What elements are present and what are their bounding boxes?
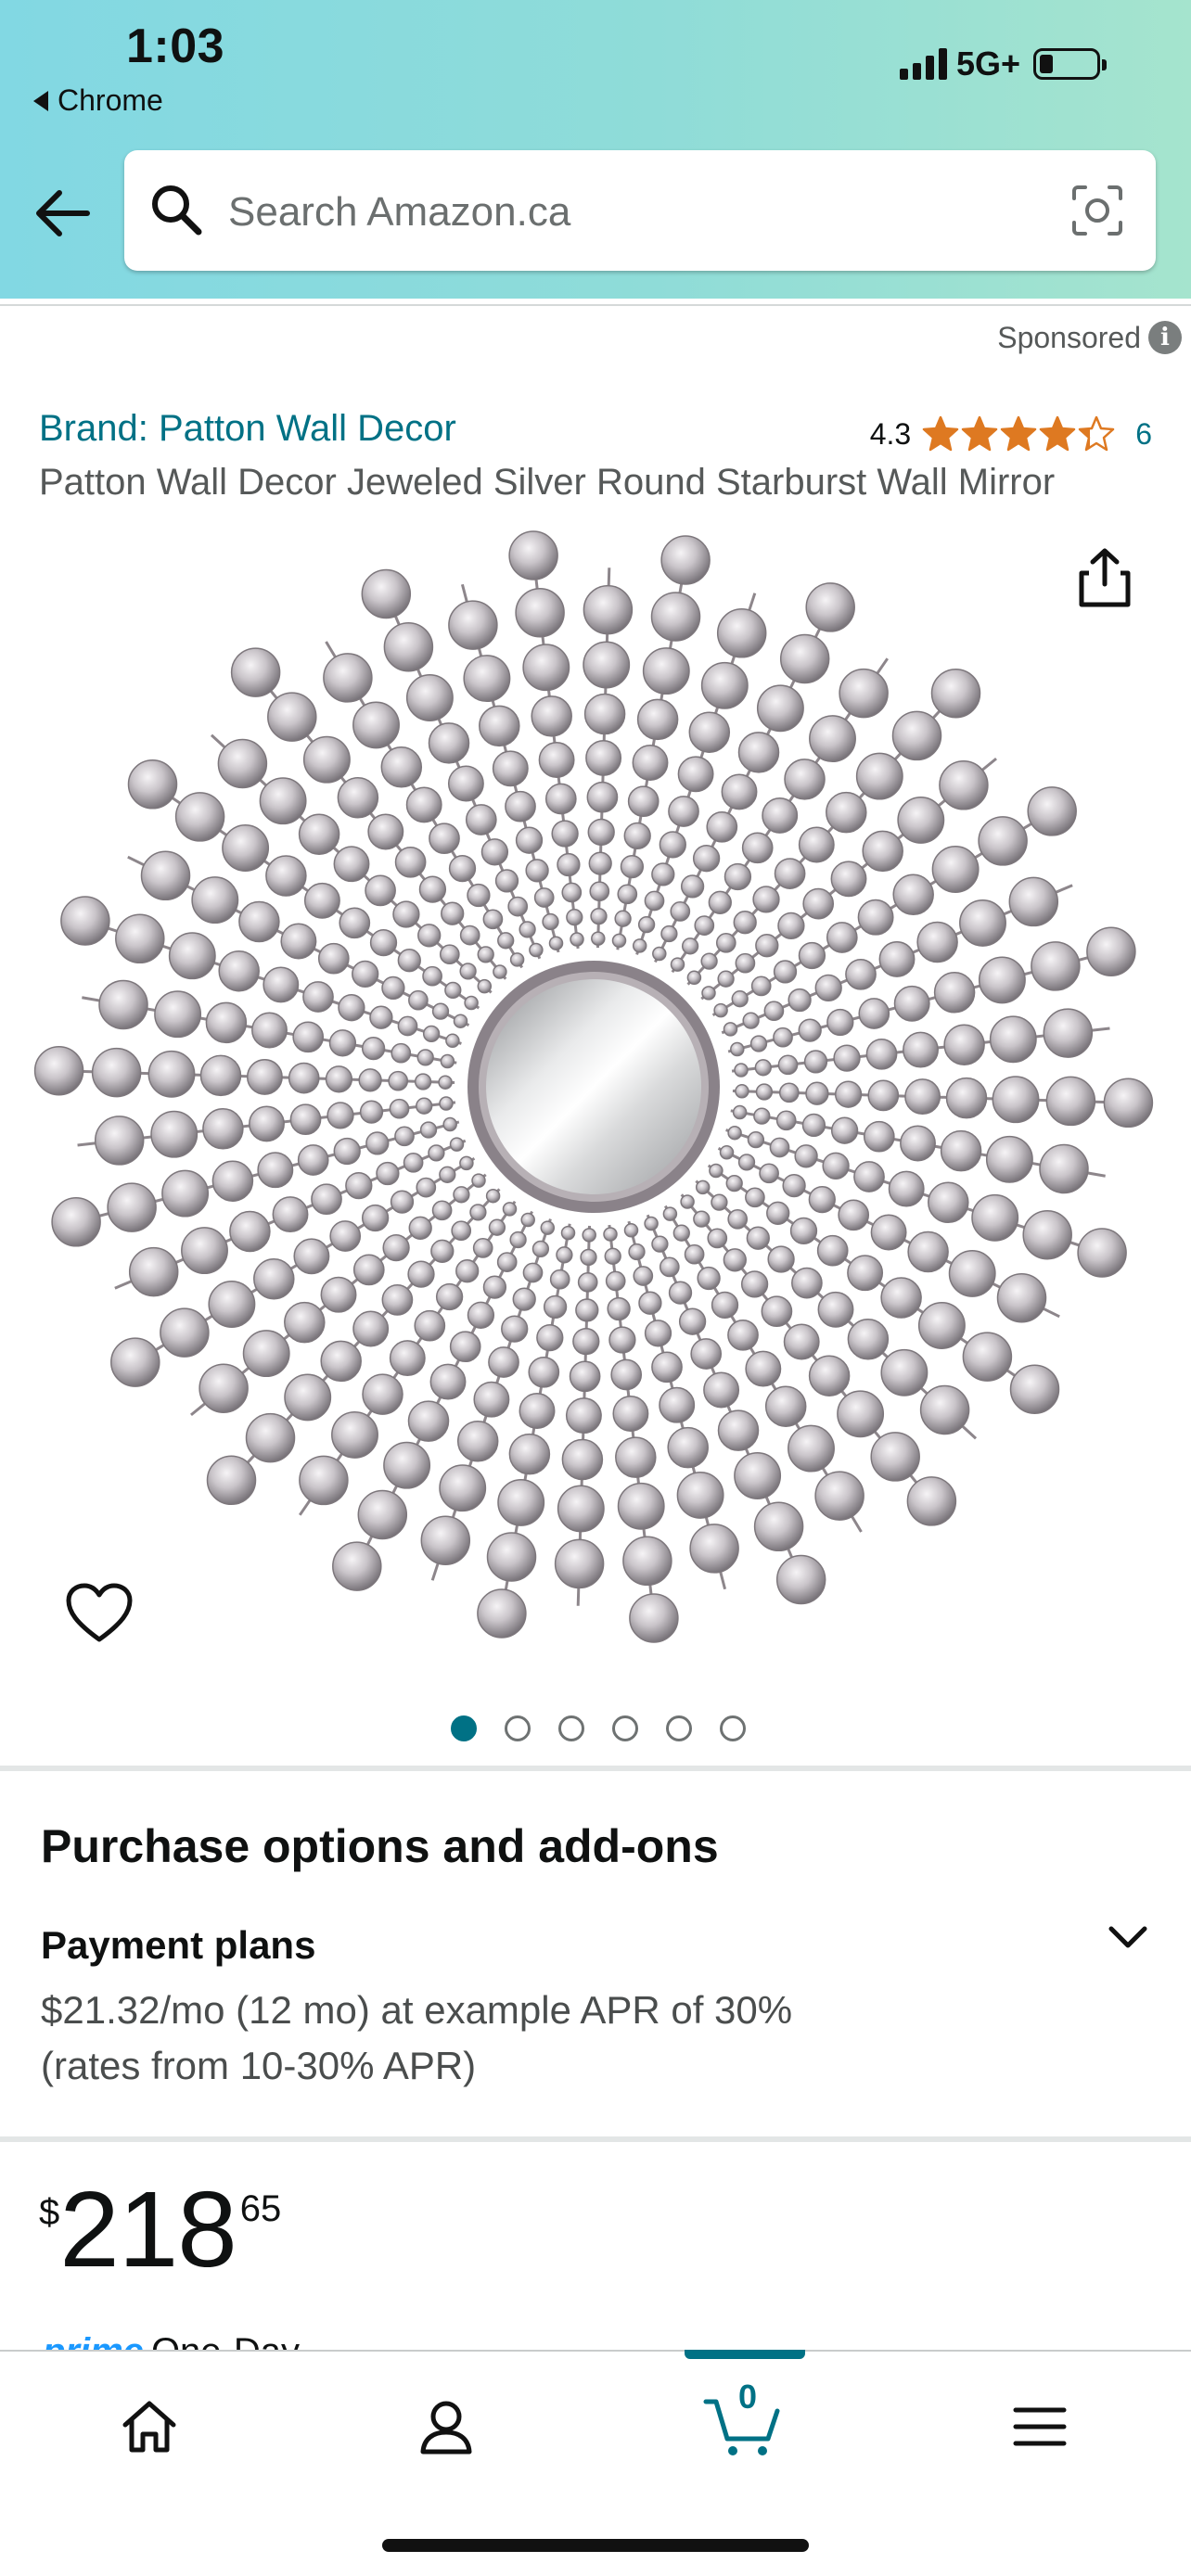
rating-count: 6 <box>1135 416 1152 451</box>
wishlist-heart-icon[interactable] <box>65 1582 134 1643</box>
carousel-dot[interactable] <box>666 1715 692 1741</box>
price: $ 218 65 <box>39 2175 281 2283</box>
product-title: Patton Wall Decor Jeweled Silver Round S… <box>39 462 1056 503</box>
info-icon[interactable]: i <box>1148 321 1182 354</box>
share-icon[interactable] <box>1076 547 1133 608</box>
header-divider <box>0 299 1191 306</box>
amazon-product-page: { "status_bar": { "time": "1:03", "back_… <box>0 0 1191 2576</box>
carousel-dot[interactable] <box>451 1715 477 1741</box>
home-indicator <box>382 2539 809 2552</box>
payment-plan-detail: $21.32/mo (12 mo) at example APR of 30% <box>41 1988 793 2032</box>
rating-stars <box>922 415 1115 453</box>
signal-icon <box>900 48 947 80</box>
home-icon <box>122 2401 176 2453</box>
back-to-chrome[interactable]: Chrome <box>33 83 163 118</box>
search-bar[interactable]: Search Amazon.ca <box>124 150 1156 271</box>
tab-menu[interactable] <box>998 2385 1082 2468</box>
rating-value: 4.3 <box>869 416 912 451</box>
back-app-label: Chrome <box>58 83 163 117</box>
back-triangle-icon <box>33 90 48 111</box>
section-divider <box>0 1766 1191 1771</box>
carousel-dot[interactable] <box>612 1715 638 1741</box>
network-type: 5G+ <box>956 45 1021 83</box>
battery-icon <box>1033 48 1108 80</box>
purchase-options-heading: Purchase options and add-ons <box>41 1820 719 1872</box>
account-icon <box>420 2401 472 2455</box>
star-icon <box>961 415 998 452</box>
image-carousel-dots[interactable] <box>451 1715 746 1741</box>
camera-search-icon[interactable] <box>1070 184 1124 237</box>
carousel-dot[interactable] <box>558 1715 584 1741</box>
app-header: 1:03 Chrome 5G+ Search Amazon.ca <box>0 0 1191 299</box>
menu-icon <box>1013 2407 1067 2446</box>
cart-count: 0 <box>738 2378 758 2416</box>
back-arrow-icon[interactable] <box>33 185 93 241</box>
section-divider-2 <box>0 2136 1191 2142</box>
price-currency: $ <box>39 2192 60 2233</box>
carousel-dot[interactable] <box>720 1715 746 1741</box>
star-icon <box>1000 415 1037 452</box>
star-icon <box>1078 415 1115 452</box>
status-indicators: 5G+ <box>900 45 1108 83</box>
price-whole: 218 <box>59 2169 237 2289</box>
tab-home[interactable] <box>108 2385 191 2468</box>
payment-plan-rates: (rates from 10-30% APR) <box>41 2044 477 2087</box>
price-fraction: 65 <box>239 2188 282 2229</box>
brand-link[interactable]: Brand: Patton Wall Decor <box>39 408 456 450</box>
payment-plans-title[interactable]: Payment plans <box>41 1923 315 1968</box>
tab-account[interactable] <box>404 2385 488 2468</box>
star-icon <box>1039 415 1076 452</box>
status-time: 1:03 <box>126 19 225 73</box>
sponsored-label: Sponsored <box>997 321 1141 354</box>
rating-summary[interactable]: 4.3 6 <box>870 415 1152 453</box>
product-image[interactable] <box>19 519 1172 1660</box>
chevron-down-icon[interactable] <box>1106 1918 1150 1955</box>
search-icon <box>152 185 202 236</box>
active-tab-indicator <box>685 2350 805 2359</box>
star-icon <box>922 415 959 452</box>
search-input[interactable]: Search Amazon.ca <box>228 189 570 236</box>
carousel-dot[interactable] <box>505 1715 531 1741</box>
